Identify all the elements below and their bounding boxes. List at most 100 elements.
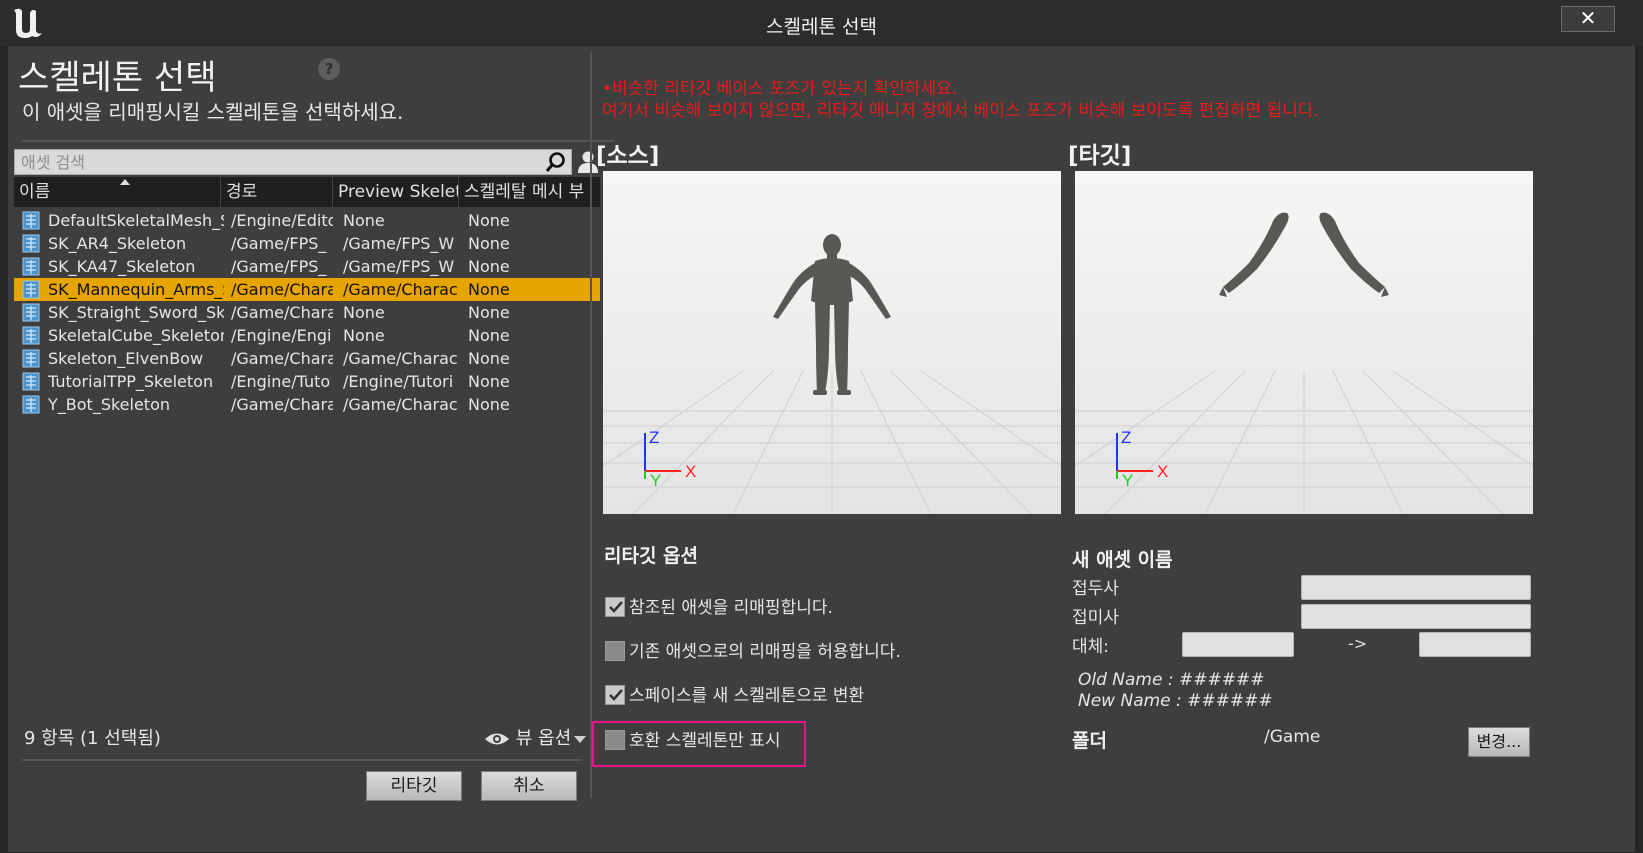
chevron-down-icon — [574, 735, 587, 743]
column-header-path[interactable]: 경로 — [221, 177, 333, 207]
skeleton-asset-icon — [22, 280, 40, 299]
table-row[interactable]: DefaultSkeletalMesh_S/Engine/Edito None No… — [14, 209, 600, 232]
search-icon[interactable] — [545, 151, 567, 173]
change-folder-button[interactable]: 변경... — [1468, 727, 1530, 757]
table-row[interactable]: SK_Mannequin_Arms_S/Game/Chara/Game/Char… — [14, 278, 600, 301]
cell-name: SK_KA47_Skeleton — [48, 257, 196, 276]
table-row[interactable]: Y_Bot_Skeleton/Game/Chara/Game/Charac Non… — [14, 393, 600, 416]
option-convert-space[interactable]: 스페이스를 새 스켈레톤으로 변환 — [605, 685, 864, 707]
cell-name: TutorialTPP_Skeleton — [48, 372, 214, 391]
cell-preview: None — [343, 211, 385, 230]
cell-name: SK_Straight_Sword_Sk — [48, 303, 224, 322]
cell-mesh: None — [468, 211, 510, 230]
cell-preview: /Game/Charac — [343, 280, 458, 299]
table-row[interactable]: TutorialTPP_Skeleton/Engine/Tuto/Engine/… — [14, 370, 600, 393]
cancel-button[interactable]: 취소 — [481, 771, 577, 801]
warning-message: •비슷한 리타깃 베이스 포즈가 있는지 확인하세요. 여기서 비슷해 보이지 … — [602, 78, 1319, 122]
new-name-preview: New Name : ###### — [1078, 691, 1273, 711]
prefix-label: 접두사 — [1072, 579, 1119, 599]
option-label: 스페이스를 새 스켈레톤으로 변환 — [629, 686, 865, 706]
checkbox-unchecked[interactable] — [605, 641, 625, 661]
retarget-button[interactable]: 리타깃 — [366, 771, 462, 801]
table-row[interactable]: SK_AR4_Skeleton/Game/FPS_ /Game/FPS_W None — [14, 232, 600, 255]
source-viewport[interactable]: Z X Y — [603, 171, 1061, 514]
checkbox-checked[interactable] — [605, 685, 625, 705]
search-input[interactable] — [15, 150, 535, 174]
close-button[interactable]: ✕ — [1561, 6, 1615, 32]
panel-splitter[interactable] — [590, 52, 592, 798]
target-viewport[interactable]: Z X Y — [1075, 171, 1533, 514]
divider — [22, 759, 582, 761]
cell-mesh: None — [468, 280, 510, 299]
asset-table: 이름 경로 Preview Skeleta 스켈레탈 메시 부 DefaultS… — [14, 177, 600, 416]
cell-name: Skeleton_ElvenBow — [48, 349, 204, 368]
table-header: 이름 경로 Preview Skeleta 스켈레탈 메시 부 — [14, 177, 600, 207]
old-name-preview: Old Name : ###### — [1078, 670, 1265, 690]
cell-preview: /Game/Charac — [343, 395, 458, 414]
cell-preview: /Game/FPS_W — [343, 234, 455, 253]
column-header-mesh[interactable]: 스켈레탈 메시 부 — [459, 177, 588, 207]
page-subtitle: 이 애셋을 리매핑시킬 스켈레톤을 선택하세요. — [22, 100, 404, 124]
cell-preview: None — [343, 326, 385, 345]
cell-preview: /Game/Charac — [343, 349, 458, 368]
dialog-content: 스켈레톤 선택 ? 이 애셋을 리매핑시킬 스켈레톤을 선택하세요. 이름 경로… — [8, 46, 1635, 852]
checkbox-checked[interactable] — [605, 597, 625, 617]
table-row[interactable]: SK_Straight_Sword_Sk/Game/Chara None None — [14, 301, 600, 324]
axis-y-label: Y — [1122, 471, 1133, 490]
table-row[interactable]: Skeleton_ElvenBow/Game/Chara/Game/Charac… — [14, 347, 600, 370]
cell-name: DefaultSkeletalMesh_S — [48, 211, 224, 230]
column-header-preview-label: Preview Skeleta — [338, 182, 459, 202]
skeleton-asset-icon — [22, 303, 40, 322]
prefix-input[interactable] — [1301, 575, 1531, 600]
cell-mesh: None — [468, 372, 510, 391]
warning-line-2: 여기서 비슷해 보이지 않으면, 리타깃 매니저 창에서 베이스 포즈가 비슷해… — [602, 101, 1319, 121]
option-remap-referenced[interactable]: 참조된 애셋을 리매핑합니다. — [605, 597, 833, 619]
cell-preview: /Game/FPS_W — [343, 257, 455, 276]
table-row[interactable]: SK_KA47_Skeleton/Game/FPS_ /Game/FPS_W Non… — [14, 255, 600, 278]
cell-name: SK_Mannequin_Arms_S — [48, 280, 224, 299]
help-icon[interactable]: ? — [318, 58, 340, 80]
page-title: 스켈레톤 선택 — [18, 58, 217, 98]
cell-path: /Engine/Edito — [231, 211, 333, 230]
column-header-name-label: 이름 — [19, 182, 51, 202]
column-header-mesh-label: 스켈레탈 메시 부 — [464, 182, 585, 202]
item-count: 9 항목 (1 선택됨) — [24, 728, 161, 749]
folder-path: /Game — [1264, 727, 1321, 747]
cell-mesh: None — [468, 395, 510, 414]
axis-y-label: Y — [650, 471, 661, 490]
view-options-label: 뷰 옵션 — [515, 728, 572, 749]
skeleton-asset-icon — [22, 257, 40, 276]
cell-path: /Game/FPS_ — [231, 257, 327, 276]
view-options-button[interactable]: 뷰 옵션 — [484, 724, 587, 750]
column-header-preview[interactable]: Preview Skeleta — [333, 177, 459, 207]
cell-mesh: None — [468, 234, 510, 253]
cell-name: SK_AR4_Skeleton — [48, 234, 187, 253]
cell-path: /Engine/Tuto — [231, 372, 331, 391]
table-row[interactable]: SkeletalCube_Skeleton/Engine/Engi None Non… — [14, 324, 600, 347]
cell-mesh: None — [468, 326, 510, 345]
cell-path: /Game/FPS_ — [231, 234, 327, 253]
table-body: DefaultSkeletalMesh_S/Engine/Edito None No… — [14, 209, 600, 416]
column-header-name[interactable]: 이름 — [14, 177, 221, 207]
title-bar[interactable]: 스켈레톤 선택 ✕ — [0, 0, 1643, 46]
cell-name: Y_Bot_Skeleton — [48, 395, 170, 414]
suffix-input[interactable] — [1301, 604, 1531, 629]
skeleton-asset-icon — [22, 211, 40, 230]
option-allow-existing[interactable]: 기존 애셋으로의 리매핑을 허용합니다. — [605, 641, 901, 663]
replace-from-input[interactable] — [1182, 632, 1294, 657]
suffix-label: 접미사 — [1072, 608, 1119, 628]
replace-arrow: -> — [1348, 634, 1368, 653]
skeleton-asset-icon — [22, 372, 40, 391]
search-box[interactable] — [14, 149, 572, 175]
eye-icon — [485, 733, 509, 745]
skeleton-asset-icon — [22, 395, 40, 414]
source-label: [소스] — [596, 143, 660, 169]
cell-mesh: None — [468, 303, 510, 322]
axis-z-label: Z — [1121, 428, 1131, 447]
cell-preview: None — [343, 303, 385, 322]
option-label: 기존 애셋으로의 리매핑을 허용합니다. — [629, 642, 901, 662]
cell-path: /Game/Chara — [231, 395, 333, 414]
dialog-window: 스켈레톤 선택 ✕ 스켈레톤 선택 ? 이 애셋을 리매핑시킬 스켈레톤을 선택… — [0, 0, 1643, 853]
replace-to-input[interactable] — [1419, 632, 1531, 657]
skeleton-asset-icon — [22, 234, 40, 253]
